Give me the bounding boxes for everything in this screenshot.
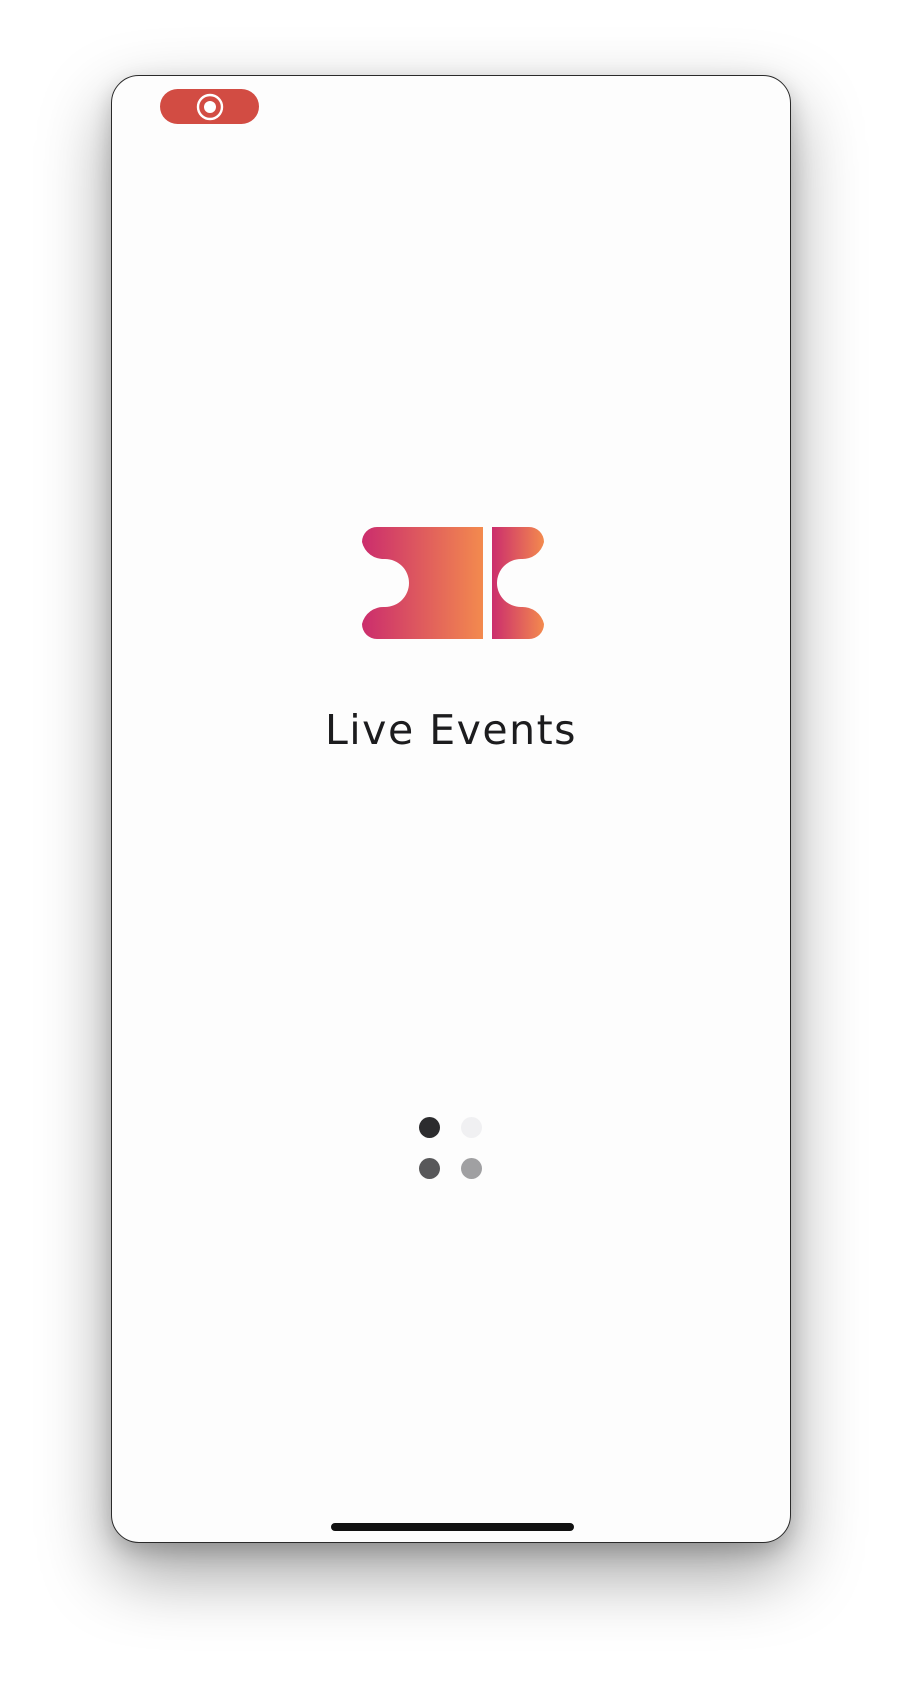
loading-dot <box>461 1158 482 1179</box>
ticket-left-half <box>362 527 483 639</box>
screen-recording-indicator[interactable] <box>160 89 259 124</box>
loading-dot <box>461 1117 482 1138</box>
loading-dot <box>419 1117 440 1138</box>
screenshot-stage: Live Events <box>0 0 904 1694</box>
ticket-right-half <box>492 527 544 639</box>
app-title: Live Events <box>324 706 578 754</box>
home-indicator[interactable] <box>331 1523 574 1531</box>
phone-screen: Live Events <box>111 75 791 1543</box>
loading-dots-icon <box>419 1117 483 1181</box>
loading-dot <box>419 1158 440 1179</box>
ticket-icon <box>362 527 544 639</box>
screen-recording-icon <box>196 93 223 120</box>
